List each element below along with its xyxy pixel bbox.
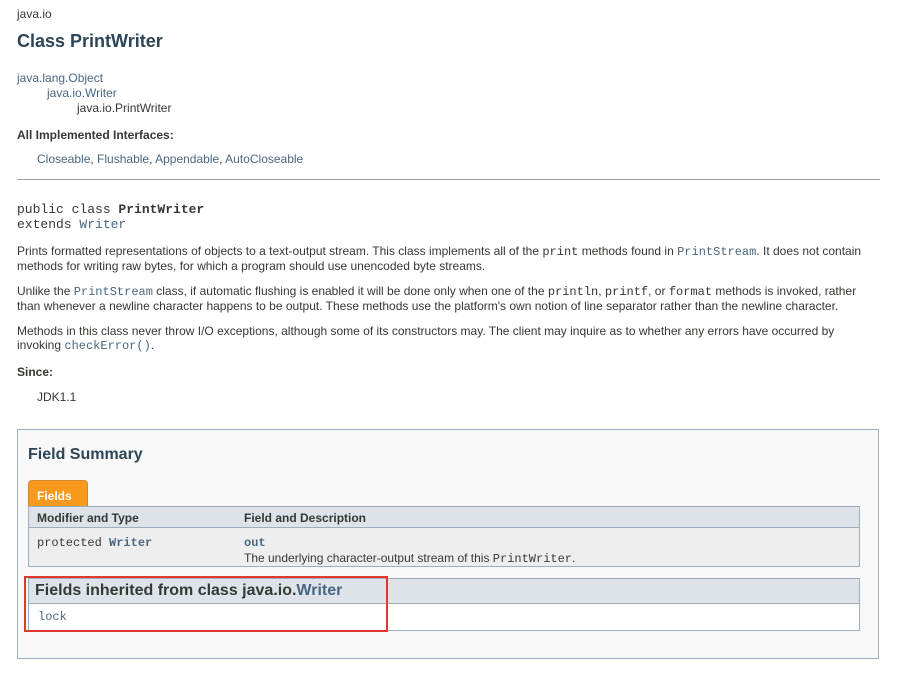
interfaces-heading: All Implemented Interfaces: xyxy=(17,128,174,142)
interface-link-autocloseable[interactable]: AutoCloseable xyxy=(225,152,303,166)
inherited-field-link-lock[interactable]: lock xyxy=(38,610,67,624)
inherited-fields-list: lock xyxy=(29,604,859,630)
code-format: format xyxy=(668,285,713,299)
field-description: The underlying character-output stream o… xyxy=(244,551,575,566)
heading-text: Fields inherited from class java.io. xyxy=(35,582,297,599)
field-summary-title: Field Summary xyxy=(28,446,143,463)
modifier-text: protected xyxy=(37,536,110,550)
since-label: Since: xyxy=(17,365,54,379)
inheritance-current-class: java.io.PrintWriter xyxy=(77,101,172,115)
inherited-fields-header: Fields inherited from class java.io.Writ… xyxy=(29,579,859,604)
interface-link-closeable[interactable]: Closeable xyxy=(37,152,90,166)
table-row: protected Writer out The underlying char… xyxy=(29,528,859,566)
interface-link-appendable[interactable]: Appendable xyxy=(155,152,219,166)
column-header-modifier: Modifier and Type xyxy=(37,511,139,525)
type-link-writer[interactable]: Writer xyxy=(109,536,152,550)
since-value: JDK1.1 xyxy=(37,390,77,404)
description-paragraph-3: Methods in this class never throw I/O ex… xyxy=(17,324,877,353)
field-modifier-type: protected Writer xyxy=(37,536,152,550)
description-paragraph-1: Prints formatted representations of obje… xyxy=(17,244,877,273)
printstream-link[interactable]: PrintStream xyxy=(74,285,153,299)
text: methods found in xyxy=(578,244,678,258)
code-println: println xyxy=(547,285,599,299)
interfaces-list: Closeable, Flushable, Appendable, AutoCl… xyxy=(37,152,304,166)
inherited-fields-block: Fields inherited from class java.io.Writ… xyxy=(28,578,860,631)
writer-class-link[interactable]: Writer xyxy=(296,582,342,599)
fields-table: Modifier and Type Field and Description … xyxy=(28,506,860,567)
signature-modifiers: public class xyxy=(17,202,119,217)
inheritance-link-writer[interactable]: java.io.Writer xyxy=(47,86,117,100)
text: . xyxy=(572,551,576,565)
description-paragraph-2: Unlike the PrintStream class, if automat… xyxy=(17,284,877,313)
signature-superclass-link[interactable]: Writer xyxy=(79,217,126,232)
text: The underlying character-output stream o… xyxy=(244,551,493,565)
package-label: java.io xyxy=(17,7,52,21)
table-header: Modifier and Type Field and Description xyxy=(29,507,859,528)
text: Prints formatted representations of obje… xyxy=(17,244,543,258)
divider xyxy=(17,179,880,180)
text: . xyxy=(150,338,155,352)
text: class, if automatic flushing is enabled … xyxy=(152,284,548,298)
class-signature: public class PrintWriter extends Writer xyxy=(17,202,204,232)
printstream-link[interactable]: PrintStream xyxy=(677,245,756,259)
inherited-fields-heading: Fields inherited from class java.io.Writ… xyxy=(35,582,342,600)
signature-extends: extends xyxy=(17,217,80,232)
code-printf: printf xyxy=(604,285,649,299)
text: , xyxy=(598,284,605,298)
checkerror-link[interactable]: checkError() xyxy=(64,339,150,353)
column-header-field: Field and Description xyxy=(244,511,367,525)
inheritance-link-object[interactable]: java.lang.Object xyxy=(17,71,103,85)
text: Unlike the xyxy=(17,284,74,298)
interface-link-flushable[interactable]: Flushable xyxy=(97,152,149,166)
code-printwriter: PrintWriter xyxy=(492,552,573,566)
field-link-out[interactable]: out xyxy=(244,536,266,550)
fields-tab[interactable]: Fields xyxy=(28,480,88,506)
field-summary-panel: Field Summary Fields Modifier and Type F… xyxy=(17,429,879,659)
signature-class-name: PrintWriter xyxy=(118,202,205,217)
page-title: Class PrintWriter xyxy=(17,31,163,51)
text: , or xyxy=(648,284,669,298)
code-print: print xyxy=(542,245,579,259)
